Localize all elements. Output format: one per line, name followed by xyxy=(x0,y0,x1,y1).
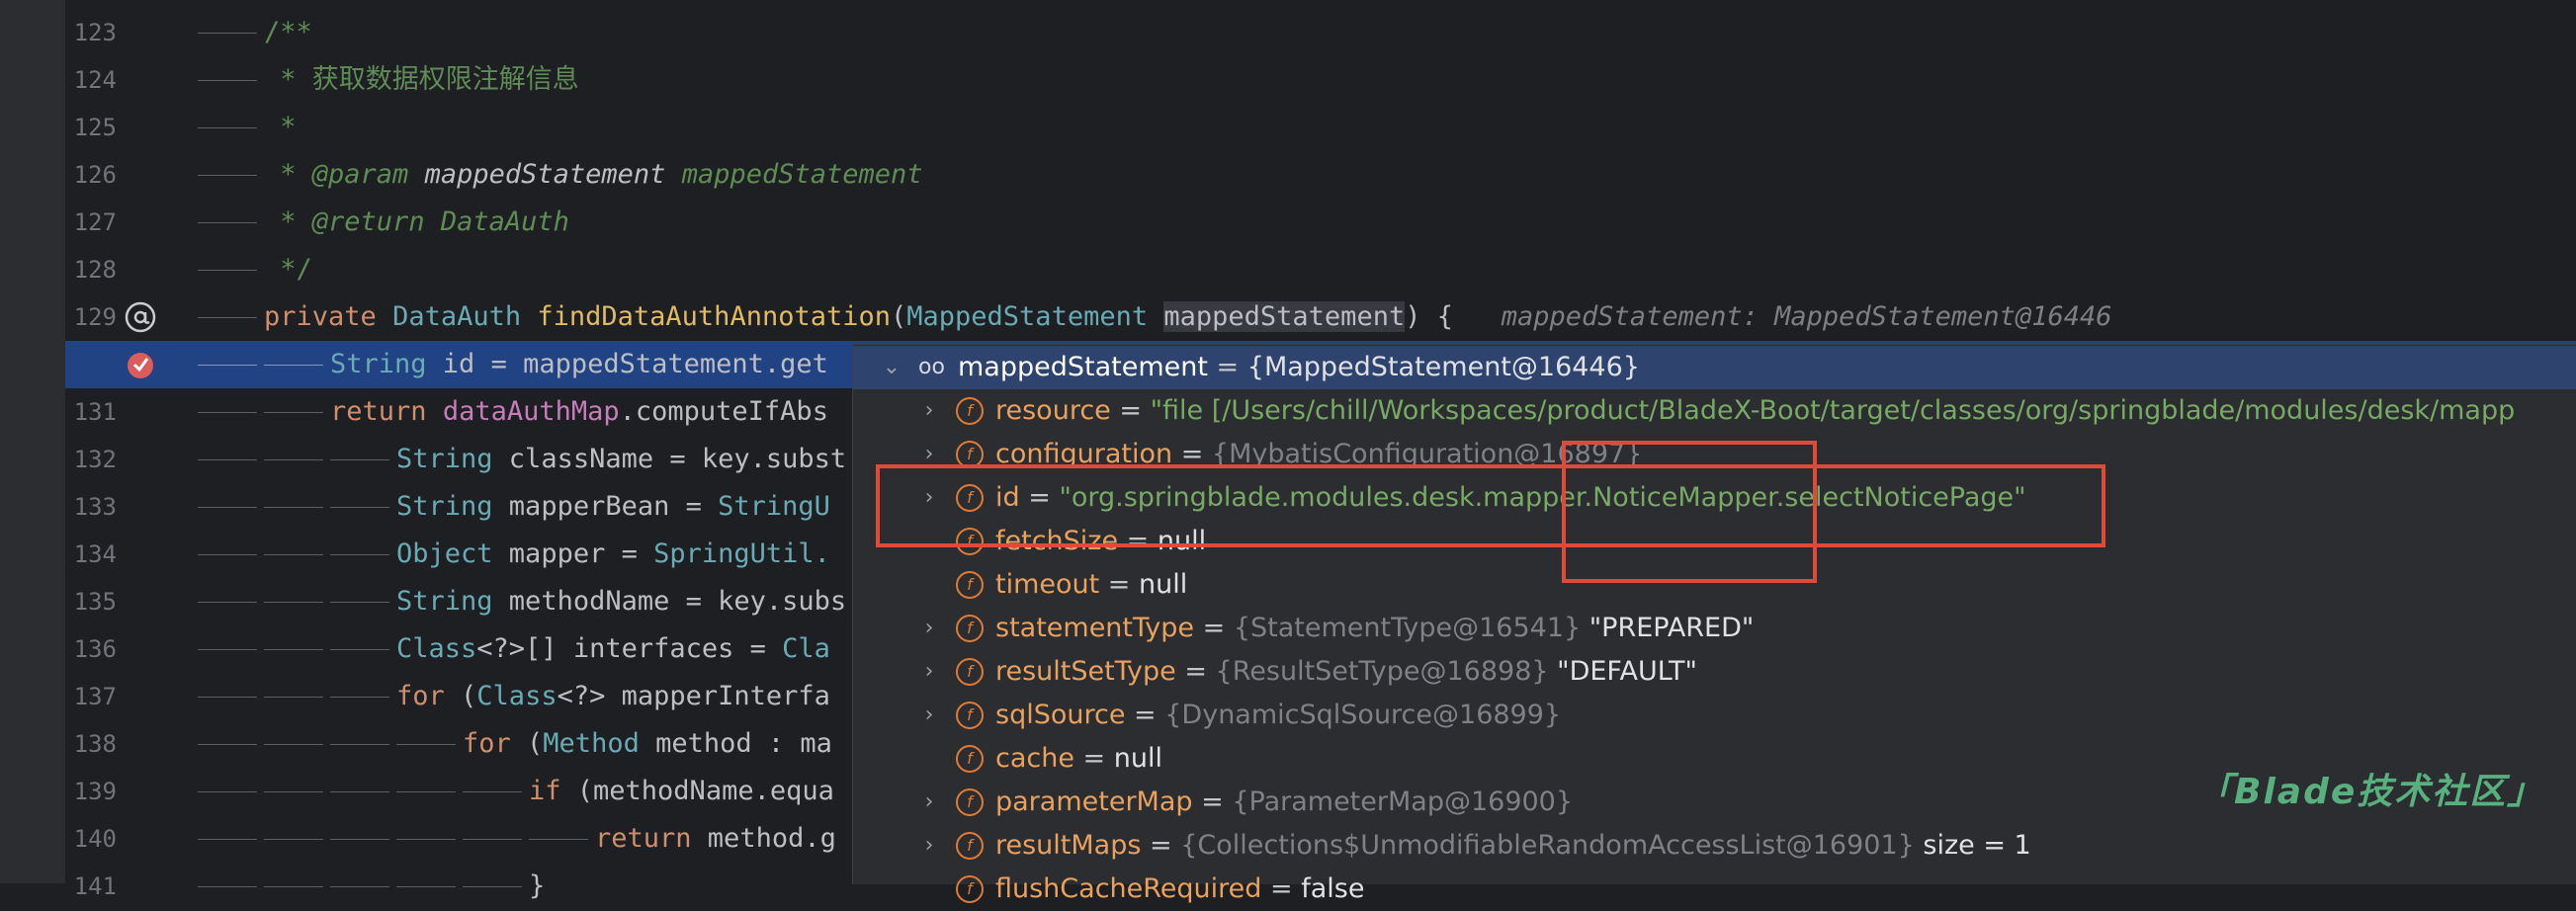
field-icon: f xyxy=(956,571,984,599)
line-number: 140 xyxy=(73,825,117,853)
annotation-box-mapper-name xyxy=(1562,441,1817,583)
code-text: /** xyxy=(198,9,312,56)
code-line-129[interactable]: 129 private DataAuth findDataAuthAnnotat… xyxy=(65,293,2576,341)
code-text: String mapperBean = StringU xyxy=(198,483,830,531)
field-icon: f xyxy=(956,832,984,860)
line-number: 139 xyxy=(73,778,117,805)
line-number: 141 xyxy=(73,872,117,900)
line-number: 135 xyxy=(73,588,117,616)
breakpoint-icon[interactable] xyxy=(123,347,158,382)
line-number: 129 xyxy=(73,303,117,331)
code-line-128[interactable]: 128 */ xyxy=(65,246,2576,293)
chevron-right-icon[interactable]: › xyxy=(918,694,940,737)
line-number: 131 xyxy=(73,398,117,426)
debug-row-text: flushCacheRequired = false xyxy=(995,873,1365,904)
line-number: 127 xyxy=(73,208,117,236)
code-text: if (methodName.equa xyxy=(198,768,834,815)
watermark-logo: 「Blade技术社区」 xyxy=(2196,772,2545,812)
code-text: String id = mappedStatement.get xyxy=(198,341,828,388)
debug-field-sqlSource[interactable]: › f sqlSource = {DynamicSqlSource@16899} xyxy=(853,694,2576,737)
code-line-127[interactable]: 127 * @return DataAuth xyxy=(65,199,2576,246)
field-icon: f xyxy=(956,397,984,425)
field-icon: f xyxy=(956,788,984,816)
debug-row-text: statementType = {StatementType@16541} "P… xyxy=(995,613,1755,643)
debug-field-flushCacheRequired[interactable]: f flushCacheRequired = false xyxy=(853,868,2576,911)
annotation-box-id-row xyxy=(876,464,2105,547)
inline-debug-value: mappedStatement: MappedStatement@16446 xyxy=(1501,301,2112,332)
debug-field-resultMaps[interactable]: › f resultMaps = {Collections$Unmodifiab… xyxy=(853,824,2576,868)
field-icon: f xyxy=(956,875,984,903)
code-text: String methodName = key.subs xyxy=(198,578,846,625)
field-icon: f xyxy=(956,745,984,773)
line-number: 138 xyxy=(73,730,117,758)
chevron-right-icon[interactable]: › xyxy=(918,824,940,868)
code-line-123[interactable]: 123 /** xyxy=(65,9,2576,56)
code-text: Class<?>[] interfaces = Cla xyxy=(198,625,830,673)
debug-row-text: sqlSource = {DynamicSqlSource@16899} xyxy=(995,700,1562,730)
code-text: * @return DataAuth xyxy=(198,199,569,246)
debug-row-text: cache = null xyxy=(995,743,1162,774)
debug-row-text: resultMaps = {Collections$UnmodifiableRa… xyxy=(995,830,2031,861)
code-text: * 获取数据权限注解信息 xyxy=(198,56,579,104)
code-line-124[interactable]: 124 * 获取数据权限注解信息 xyxy=(65,56,2576,104)
debug-row-text: timeout = null xyxy=(995,569,1188,600)
code-text: } xyxy=(198,863,545,910)
code-line-125[interactable]: 125 * xyxy=(65,104,2576,151)
line-number: 136 xyxy=(73,635,117,663)
code-text: for (Method method : ma xyxy=(198,720,832,768)
debug-field-resultSetType[interactable]: › f resultSetType = {ResultSetType@16898… xyxy=(853,650,2576,694)
code-text: * xyxy=(198,104,297,151)
chevron-down-icon[interactable]: ⌄ xyxy=(881,346,902,389)
debug-field-resource[interactable]: › f resource = "file [/Users/chill/Works… xyxy=(853,389,2576,433)
code-text: * @param mappedStatement mappedStatement xyxy=(198,151,923,199)
left-panel-strip xyxy=(0,0,65,883)
line-number: 126 xyxy=(73,161,117,189)
debug-row-text: resultSetType = {ResultSetType@16898} "D… xyxy=(995,656,1697,687)
code-text: Object mapper = SpringUtil. xyxy=(198,531,830,578)
field-icon: f xyxy=(956,615,984,642)
chevron-right-icon[interactable]: › xyxy=(918,781,940,824)
chevron-right-icon[interactable]: › xyxy=(918,650,940,694)
debug-root-row[interactable]: ⌄ oo mappedStatement = {MappedStatement@… xyxy=(853,346,2576,389)
field-icon: f xyxy=(956,658,984,686)
line-number: 133 xyxy=(73,493,117,521)
line-number: 134 xyxy=(73,540,117,568)
watch-glasses-icon: oo xyxy=(918,355,945,379)
code-text: private DataAuth findDataAuthAnnotation(… xyxy=(198,293,2111,341)
chevron-right-icon[interactable]: › xyxy=(918,607,940,650)
debug-field-statementType[interactable]: › f statementType = {StatementType@16541… xyxy=(853,607,2576,650)
code-text: return method.g xyxy=(198,815,836,863)
line-number: 125 xyxy=(73,114,117,141)
line-number: 123 xyxy=(73,19,117,46)
code-text: String className = key.subst xyxy=(198,436,846,483)
chevron-right-icon[interactable]: › xyxy=(918,389,940,433)
line-number: 128 xyxy=(73,256,117,284)
debug-row-text: mappedStatement = {MappedStatement@16446… xyxy=(958,352,1640,382)
code-text: for (Class<?> mapperInterfa xyxy=(198,673,830,720)
implementation-at-icon[interactable] xyxy=(123,299,158,335)
code-text: return dataAuthMap.computeIfAbs xyxy=(198,388,828,436)
code-text: */ xyxy=(198,246,312,293)
line-number: 132 xyxy=(73,446,117,473)
debug-row-text: parameterMap = {ParameterMap@16900} xyxy=(995,787,1574,817)
field-icon: f xyxy=(956,702,984,729)
line-number: 137 xyxy=(73,683,117,710)
code-line-126[interactable]: 126 * @param mappedStatement mappedState… xyxy=(65,151,2576,199)
debug-row-text: resource = "file [/Users/chill/Workspace… xyxy=(995,395,2516,426)
line-number: 124 xyxy=(73,66,117,94)
